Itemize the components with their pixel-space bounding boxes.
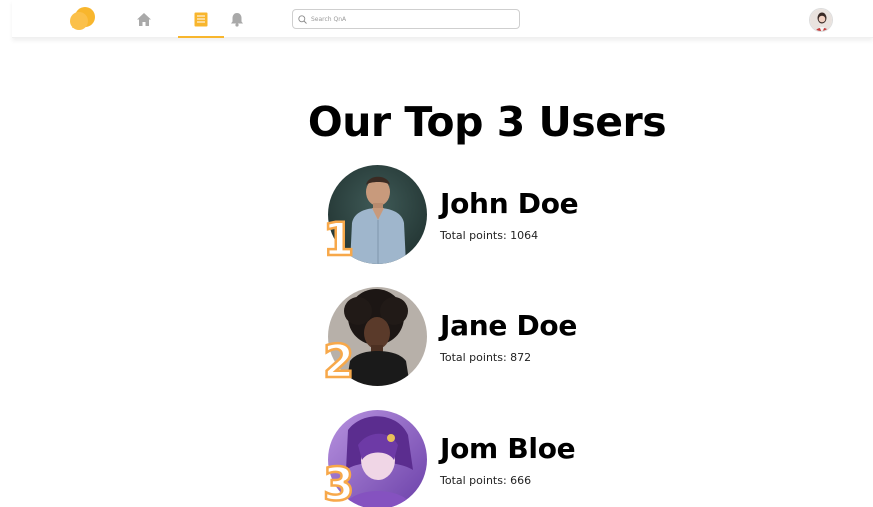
user-points: Total points: 872 — [440, 351, 532, 364]
rank-number: 2 — [322, 335, 356, 388]
nav-notifications[interactable] — [226, 8, 248, 30]
user-name: Jane Doe — [440, 309, 578, 342]
user-points: Total points: 1064 — [440, 229, 539, 242]
leaderboard-entry-2[interactable]: 2 Jane Doe Total points: 872 — [322, 287, 646, 388]
speech-bubbles-logo[interactable] — [69, 6, 97, 32]
user-points: Total points: 666 — [440, 474, 532, 487]
search-bar[interactable] — [292, 9, 520, 29]
leaderboard-entry-3[interactable]: 3 Jom Bloe Total points: 666 — [322, 410, 646, 507]
leaderboard-entry-1[interactable]: 1 John Doe Total points: 1064 — [322, 165, 646, 266]
list-icon — [194, 12, 208, 26]
search-icon — [298, 14, 307, 24]
top-navbar — [12, 0, 873, 38]
rank-number: 3 — [322, 458, 356, 507]
bell-icon — [231, 12, 243, 27]
search-input[interactable] — [311, 15, 511, 23]
user-avatar[interactable] — [809, 8, 833, 32]
nav-list[interactable] — [178, 0, 224, 38]
user-name: John Doe — [440, 187, 579, 220]
user-name: Jom Bloe — [440, 432, 576, 465]
nav-home[interactable] — [133, 8, 155, 30]
rank-number: 1 — [322, 213, 356, 266]
home-icon — [137, 12, 151, 26]
active-tab-underline — [178, 36, 224, 38]
page-title: Our Top 3 Users — [307, 98, 667, 146]
